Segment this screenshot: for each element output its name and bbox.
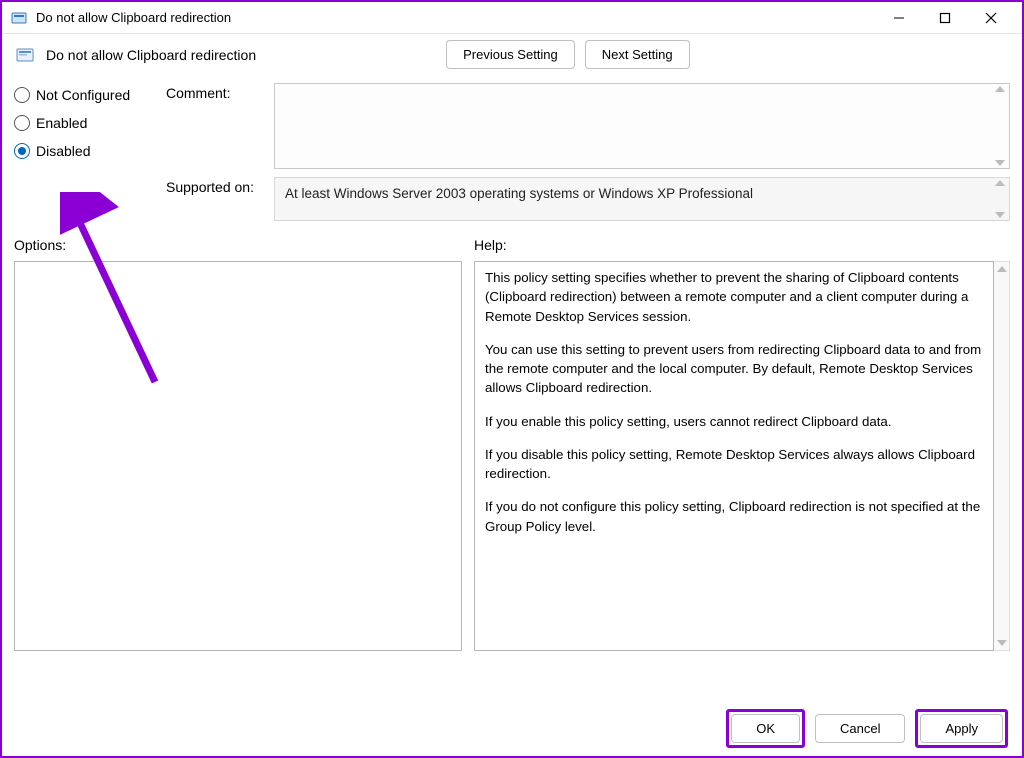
radio-label: Disabled [36,143,90,159]
options-box [14,261,462,651]
lower-panel: This policy setting specifies whether to… [2,257,1022,657]
apply-button[interactable]: Apply [920,714,1003,743]
help-paragraph: If you do not configure this policy sett… [485,497,983,536]
header-row: Do not allow Clipboard redirection Previ… [2,34,1022,79]
scroll-up-icon [995,86,1005,92]
scroll-up-icon [997,266,1007,272]
footer-buttons: OK Cancel Apply [726,709,1008,748]
policy-icon [14,44,36,66]
radio-disabled[interactable]: Disabled [14,143,154,159]
supported-on-value: At least Windows Server 2003 operating s… [274,177,1010,221]
help-text: This policy setting specifies whether to… [474,261,994,651]
help-paragraph: You can use this setting to prevent user… [485,340,983,398]
help-paragraph: This policy setting specifies whether to… [485,268,983,326]
close-button[interactable] [968,3,1014,33]
options-section-label: Options: [14,237,462,253]
app-icon [10,9,28,27]
comment-scrollbar[interactable] [993,86,1007,166]
minimize-button[interactable] [876,3,922,33]
previous-setting-button[interactable]: Previous Setting [446,40,575,69]
ok-button[interactable]: OK [731,714,800,743]
help-wrap: This policy setting specifies whether to… [474,261,1010,651]
help-scrollbar[interactable] [994,261,1010,651]
radio-enabled[interactable]: Enabled [14,115,154,131]
help-paragraph: If you enable this policy setting, users… [485,412,983,431]
help-section-label: Help: [474,237,1010,253]
upper-panel: Not Configured Enabled Disabled Comment:… [2,79,1022,227]
annotation-highlight: Apply [915,709,1008,748]
radio-icon [14,115,30,131]
radio-not-configured[interactable]: Not Configured [14,87,154,103]
fields-column: Comment: Supported on: At least Windows … [166,83,1010,221]
scroll-up-icon [995,180,1005,186]
comment-label: Comment: [166,83,266,101]
radio-label: Not Configured [36,87,130,103]
supported-on-label: Supported on: [166,177,266,195]
next-setting-button[interactable]: Next Setting [585,40,690,69]
scroll-down-icon [995,212,1005,218]
window-controls [876,3,1014,33]
radio-icon [14,143,30,159]
comment-input[interactable] [274,83,1010,169]
help-paragraph: If you disable this policy setting, Remo… [485,445,983,484]
section-labels: Options: Help: [2,227,1022,257]
radio-icon [14,87,30,103]
annotation-highlight: OK [726,709,805,748]
scroll-down-icon [995,160,1005,166]
state-radio-group: Not Configured Enabled Disabled [14,83,154,221]
maximize-button[interactable] [922,3,968,33]
radio-label: Enabled [36,115,87,131]
titlebar: Do not allow Clipboard redirection [2,2,1022,34]
window-title: Do not allow Clipboard redirection [36,10,876,25]
policy-title: Do not allow Clipboard redirection [46,47,256,63]
scroll-down-icon [997,640,1007,646]
cancel-button[interactable]: Cancel [815,714,905,743]
supported-scrollbar[interactable] [993,180,1007,218]
